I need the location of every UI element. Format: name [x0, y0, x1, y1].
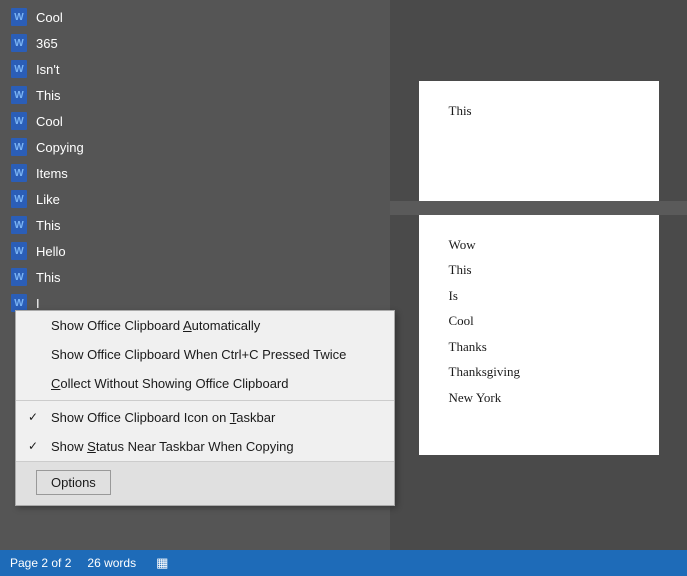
word-icon-inner-4 — [11, 112, 27, 130]
word-icon-inner-2 — [11, 60, 27, 78]
clipboard-item-label-4: Cool — [36, 114, 63, 129]
doc-page2-line-2: Is — [449, 286, 629, 306]
doc-line-this: This — [449, 101, 472, 121]
word-icon-inner-0 — [11, 8, 27, 26]
word-icon-2 — [10, 60, 28, 78]
menu-show-ctrl[interactable]: Show Office Clipboard When Ctrl+C Presse… — [16, 340, 394, 369]
doc-page-bottom: Wow This Is Cool Thanks Thanksgiving New York — [390, 215, 687, 576]
clipboard-item-7[interactable]: Like — [0, 186, 390, 212]
clipboard-item-9[interactable]: Hello — [0, 238, 390, 264]
clipboard-item-label-10: This — [36, 270, 61, 285]
word-icon-6 — [10, 164, 28, 182]
clipboard-item-label-5: Copying — [36, 140, 84, 155]
clipboard-item-0[interactable]: Cool — [0, 4, 390, 30]
word-icon-8 — [10, 216, 28, 234]
clipboard-item-10[interactable]: This — [0, 264, 390, 290]
clipboard-item-label-6: Items — [36, 166, 68, 181]
clipboard-item-label-0: Cool — [36, 10, 63, 25]
clipboard-item-label-9: Hello — [36, 244, 66, 259]
proofing-icon[interactable]: ▦ — [156, 555, 168, 571]
word-icon-9 — [10, 242, 28, 260]
menu-show-icon[interactable]: Show Office Clipboard Icon on Taskbar — [16, 403, 394, 432]
doc-page2-line-6: New York — [449, 388, 629, 408]
doc-page2-line-4: Thanks — [449, 337, 629, 357]
clipboard-item-label-3: This — [36, 88, 61, 103]
options-button[interactable]: Options — [36, 470, 111, 495]
word-icon-inner-7 — [11, 190, 27, 208]
page-info: Page 2 of 2 — [10, 556, 71, 570]
context-menu: Show Office Clipboard Automatically Show… — [15, 310, 395, 506]
word-icon-inner-8 — [11, 216, 27, 234]
status-bar: Page 2 of 2 26 words ▦ — [0, 550, 687, 576]
clipboard-item-label-11: I — [36, 296, 40, 311]
doc-page2-line-0: Wow — [449, 235, 629, 255]
clipboard-item-2[interactable]: Isn't — [0, 56, 390, 82]
page-break-bar — [390, 201, 687, 215]
word-icon-inner-9 — [11, 242, 27, 260]
clipboard-item-label-2: Isn't — [36, 62, 59, 77]
menu-show-auto[interactable]: Show Office Clipboard Automatically — [16, 311, 394, 340]
clipboard-item-4[interactable]: Cool — [0, 108, 390, 134]
clipboard-item-3[interactable]: This — [0, 82, 390, 108]
word-icon-0 — [10, 8, 28, 26]
word-icon-5 — [10, 138, 28, 156]
sidebar: Cool 365 Isn't This Cool Copying Items Like This… — [0, 0, 390, 576]
word-icon-inner-6 — [11, 164, 27, 182]
app-container: Cool 365 Isn't This Cool Copying Items Like This… — [0, 0, 687, 576]
doc-page-top: This — [390, 0, 687, 201]
menu-divider-1 — [16, 400, 394, 401]
clipboard-item-label-1: 365 — [36, 36, 58, 51]
word-icon-inner-5 — [11, 138, 27, 156]
doc-page2-line-5: Thanksgiving — [449, 362, 629, 382]
doc-paper-top: This — [419, 81, 659, 201]
clipboard-item-6[interactable]: Items — [0, 160, 390, 186]
clipboard-item-5[interactable]: Copying — [0, 134, 390, 160]
doc-page2-line-3: Cool — [449, 311, 629, 331]
clipboard-item-label-8: This — [36, 218, 61, 233]
menu-show-status[interactable]: Show Status Near Taskbar When Copying — [16, 432, 394, 461]
word-icon-inner-10 — [11, 268, 27, 286]
word-icon-1 — [10, 34, 28, 52]
doc-page2-line-1: This — [449, 260, 629, 280]
clipboard-item-8[interactable]: This — [0, 212, 390, 238]
clipboard-item-1[interactable]: 365 — [0, 30, 390, 56]
menu-collect[interactable]: Collect Without Showing Office Clipboard — [16, 369, 394, 398]
word-icon-7 — [10, 190, 28, 208]
word-icon-3 — [10, 86, 28, 104]
word-icon-inner-3 — [11, 86, 27, 104]
word-icon-4 — [10, 112, 28, 130]
doc-paper-bottom: Wow This Is Cool Thanks Thanksgiving New York — [419, 215, 659, 455]
doc-area: This Wow This Is Cool Thanks Thanksgiving New … — [390, 0, 687, 576]
word-icon-10 — [10, 268, 28, 286]
word-icon-inner-1 — [11, 34, 27, 52]
word-count: 26 words — [87, 556, 136, 570]
clipboard-item-label-7: Like — [36, 192, 60, 207]
